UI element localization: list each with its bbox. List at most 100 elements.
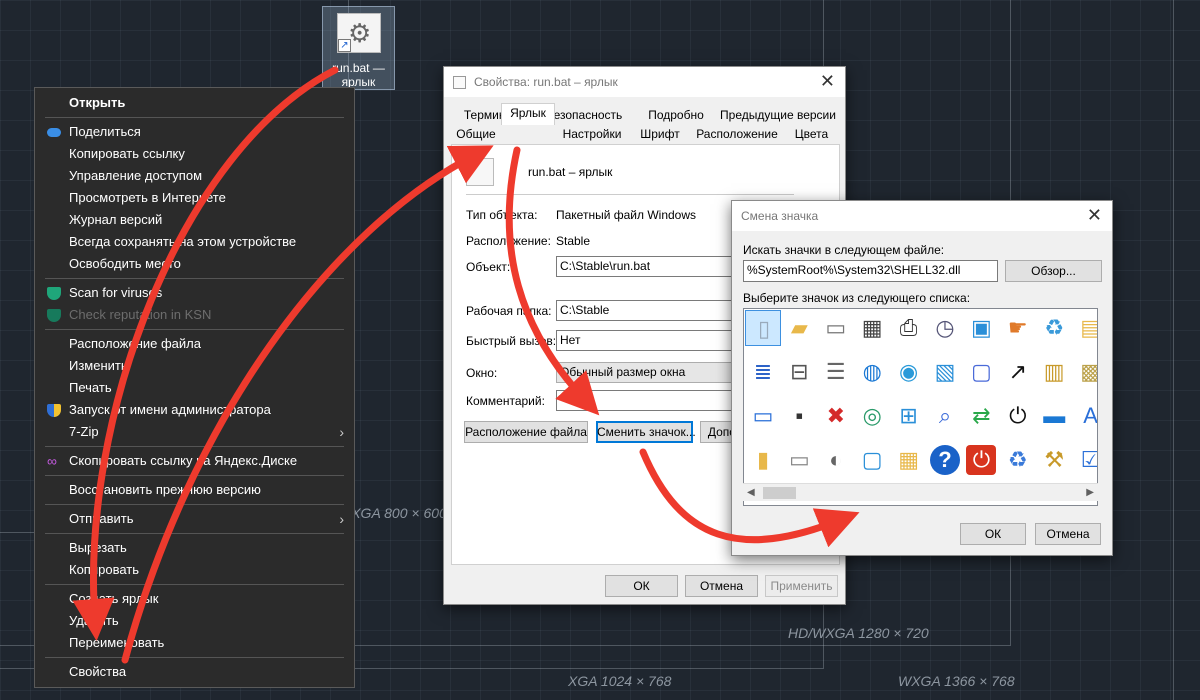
icon-choice[interactable]: ▣ bbox=[963, 310, 999, 346]
file-location-button[interactable]: Расположение файла bbox=[464, 421, 588, 443]
icon-choice[interactable]: ⊞ bbox=[891, 398, 927, 434]
icon-choice[interactable]: ▮ bbox=[745, 442, 781, 478]
menu-item-copy-link[interactable]: Копировать ссылку bbox=[35, 143, 354, 165]
icon-choice[interactable]: ⚒ bbox=[1036, 442, 1072, 478]
icon-choice[interactable]: ⇄ bbox=[963, 398, 999, 434]
icon-choice[interactable]: ♻ bbox=[1000, 442, 1036, 478]
menu-item-print[interactable]: Печать bbox=[35, 377, 354, 399]
menu-item-7zip[interactable]: 7-Zip › bbox=[35, 421, 354, 443]
icon-choice[interactable]: ⊟ bbox=[781, 354, 817, 390]
menu-item-share[interactable]: Поделиться bbox=[35, 121, 354, 143]
icon-choice[interactable]: A bbox=[1073, 398, 1097, 434]
scroll-right-icon[interactable]: ▶ bbox=[1086, 484, 1094, 502]
scroll-left-icon[interactable]: ◀ bbox=[747, 484, 755, 502]
shutdown-icon: ⏻ bbox=[966, 445, 997, 475]
icon-choice[interactable]: ▭ bbox=[781, 442, 817, 478]
icon-choice[interactable]: ↗ bbox=[1000, 354, 1036, 390]
icon-choice[interactable]: ◐ bbox=[818, 442, 854, 478]
icon-choice[interactable]: ▪ bbox=[781, 398, 817, 434]
icon-choice[interactable]: ⏻ bbox=[1000, 398, 1036, 434]
icon-choice[interactable]: ☑ bbox=[1073, 442, 1097, 478]
menu-item-edit[interactable]: Изменить bbox=[35, 355, 354, 377]
menu-item-run-as-admin[interactable]: Запуск от имени администратора bbox=[35, 399, 354, 421]
icon-choice[interactable]: ☰ bbox=[818, 354, 854, 390]
desktop-shortcut-run-bat[interactable]: ⚙ ↗ run.bat — ярлык bbox=[322, 6, 395, 90]
icon-choice[interactable]: ♻ bbox=[1036, 310, 1072, 346]
workdir-label: Рабочая папка: bbox=[466, 304, 552, 318]
menu-item-delete[interactable]: Удалить bbox=[35, 610, 354, 632]
menu-item-view-online[interactable]: Просмотреть в Интернете bbox=[35, 187, 354, 209]
icon-choice[interactable]: ⎙ bbox=[891, 310, 927, 346]
icon-choice[interactable]: ▭ bbox=[745, 398, 781, 434]
menu-item-scan-viruses[interactable]: Scan for viruses bbox=[35, 282, 354, 304]
tab-previous-versions[interactable]: Предыдущие версии bbox=[716, 106, 840, 125]
menu-item-yandex-link[interactable]: ∞ Скопировать ссылку на Яндекс.Диске bbox=[35, 450, 354, 472]
tab-shortcut[interactable]: Ярлык bbox=[501, 103, 555, 125]
menu-item-create-shortcut[interactable]: Создать ярлык bbox=[35, 588, 354, 610]
menu-item-copy[interactable]: Копировать bbox=[35, 559, 354, 581]
icon-choice[interactable]: ✖ bbox=[818, 398, 854, 434]
icon-list-scrollbar[interactable]: ◀ ▶ bbox=[743, 483, 1098, 501]
tab-options[interactable]: Настройки bbox=[555, 125, 629, 144]
menu-item-free-space[interactable]: Освободить место bbox=[35, 253, 354, 275]
icon-choice[interactable]: ▦ bbox=[891, 442, 927, 478]
icon-choice[interactable]: ⏻ bbox=[963, 442, 999, 478]
menu-item-check-reputation[interactable]: Check reputation in KSN bbox=[35, 304, 354, 326]
icon-choice[interactable]: ◍ bbox=[854, 354, 890, 390]
window-label: Окно: bbox=[466, 366, 498, 380]
icon-choice[interactable]: ⌕ bbox=[927, 398, 963, 434]
cancel-button[interactable]: Отмена bbox=[1035, 523, 1101, 545]
menu-item-version-history[interactable]: Журнал версий bbox=[35, 209, 354, 231]
file-clock-icon: ◷ bbox=[935, 315, 955, 340]
icon-choice[interactable]: ▦ bbox=[854, 310, 890, 346]
icon-choice[interactable]: ▧ bbox=[927, 354, 963, 390]
menu-item-properties[interactable]: Свойства bbox=[35, 661, 354, 683]
close-icon[interactable]: ✕ bbox=[820, 67, 835, 95]
icon-choice[interactable]: ◉ bbox=[891, 354, 927, 390]
cancel-button[interactable]: Отмена bbox=[685, 575, 758, 597]
icon-choice[interactable]: ▢ bbox=[963, 354, 999, 390]
menu-item-send-to[interactable]: Отправить › bbox=[35, 508, 354, 530]
menu-item-open[interactable]: Открыть bbox=[35, 92, 354, 114]
menu-separator bbox=[45, 657, 344, 658]
tab-layout[interactable]: Расположение bbox=[691, 125, 783, 144]
apply-button[interactable]: Применить bbox=[765, 575, 838, 597]
icon-choice[interactable]: ◎ bbox=[854, 398, 890, 434]
tab-general[interactable]: Общие bbox=[451, 125, 501, 144]
scroll-thumb[interactable] bbox=[763, 487, 796, 499]
menu-item-cut[interactable]: Вырезать bbox=[35, 537, 354, 559]
menu-separator bbox=[45, 584, 344, 585]
document-icon: ≣ bbox=[753, 359, 773, 384]
menu-item-label: Изменить bbox=[69, 358, 128, 373]
tab-font[interactable]: Шрифт bbox=[629, 125, 691, 144]
menu-item-always-keep[interactable]: Всегда сохранять на этом устройстве bbox=[35, 231, 354, 253]
close-icon[interactable]: ✕ bbox=[1087, 201, 1102, 229]
icon-choice[interactable]: ▢ bbox=[854, 442, 890, 478]
icon-choice[interactable]: ▰ bbox=[781, 310, 817, 346]
icon-choice[interactable]: ▬ bbox=[1036, 398, 1072, 434]
icon-choice[interactable]: ☛ bbox=[1000, 310, 1036, 346]
menu-item-label: Удалить bbox=[69, 613, 119, 628]
icon-choice[interactable]: ? bbox=[927, 442, 963, 478]
icon-choice[interactable]: ▭ bbox=[818, 310, 854, 346]
icon-choice[interactable]: ≣ bbox=[745, 354, 781, 390]
menu-item-file-location[interactable]: Расположение файла bbox=[35, 333, 354, 355]
browse-button[interactable]: Обзор... bbox=[1005, 260, 1102, 282]
icon-choice[interactable]: ◷ bbox=[927, 310, 963, 346]
icon-list[interactable]: ▯▰▭▦⎙◷▣☛♻▤≣⊟☰◍◉▧▢↗▥▩▭▪✖◎⊞⌕⇄⏻▬A▮▭◐▢▦?⏻♻⚒☑ bbox=[743, 308, 1098, 506]
menu-item-restore-version[interactable]: Восстановить прежнюю версию bbox=[35, 479, 354, 501]
ok-button[interactable]: ОК bbox=[960, 523, 1026, 545]
icon-choice[interactable]: ▤ bbox=[1073, 310, 1097, 346]
tab-details[interactable]: Подробно bbox=[636, 106, 716, 125]
icon-choice[interactable]: ▩ bbox=[1073, 354, 1097, 390]
recycle-full-icon: ♻ bbox=[1007, 447, 1028, 472]
menu-item-rename[interactable]: Переименовать bbox=[35, 632, 354, 654]
icon-file-path-field[interactable]: %SystemRoot%\System32\SHELL32.dll bbox=[743, 260, 998, 282]
icon-choice[interactable]: ▥ bbox=[1036, 354, 1072, 390]
ok-button[interactable]: ОК bbox=[605, 575, 678, 597]
icon-choice[interactable]: ▯ bbox=[745, 310, 781, 346]
tab-colors[interactable]: Цвета bbox=[783, 125, 840, 144]
computer-icon: ▢ bbox=[861, 447, 883, 472]
change-icon-button[interactable]: Сменить значок... bbox=[596, 421, 696, 443]
menu-item-manage-access[interactable]: Управление доступом bbox=[35, 165, 354, 187]
